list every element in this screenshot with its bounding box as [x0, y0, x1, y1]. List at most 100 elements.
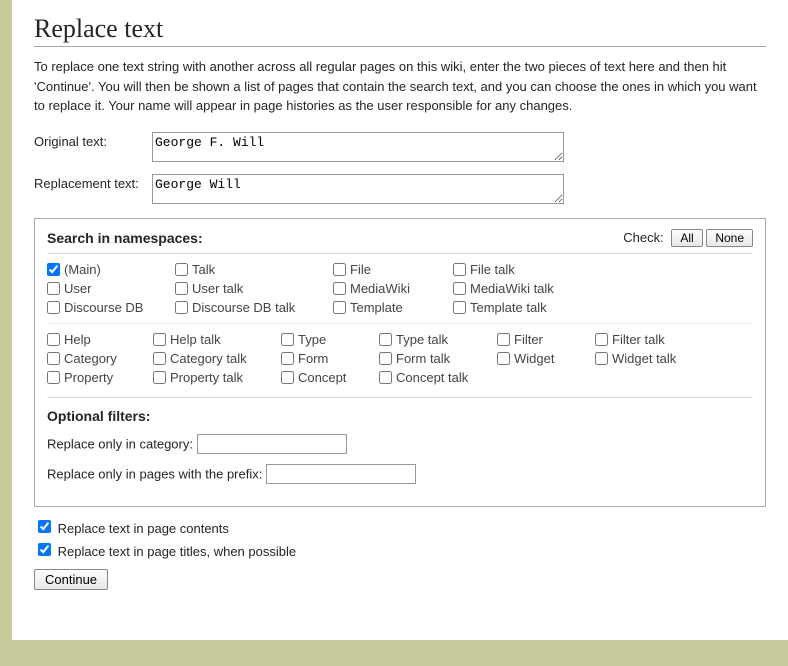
- namespace-item[interactable]: Category talk: [153, 351, 273, 366]
- namespace-checkbox[interactable]: [281, 352, 294, 365]
- namespace-checkbox[interactable]: [333, 282, 346, 295]
- namespace-label: (Main): [64, 262, 101, 277]
- namespace-label: User talk: [192, 281, 243, 296]
- namespace-checkbox[interactable]: [595, 333, 608, 346]
- namespace-checkbox[interactable]: [379, 333, 392, 346]
- optional-filters-heading: Optional filters:: [47, 397, 753, 424]
- namespace-label: Category: [64, 351, 117, 366]
- namespace-checkbox[interactable]: [47, 352, 60, 365]
- namespace-item[interactable]: Form talk: [379, 351, 489, 366]
- replace-titles-label: Replace text in page titles, when possib…: [58, 544, 296, 559]
- namespace-checkbox[interactable]: [453, 263, 466, 276]
- namespace-checkbox[interactable]: [175, 263, 188, 276]
- namespace-label: MediaWiki: [350, 281, 410, 296]
- namespaces-fieldset: Search in namespaces: Check: All None (M…: [34, 218, 766, 507]
- namespace-item[interactable]: File talk: [453, 262, 593, 277]
- namespace-checkbox[interactable]: [47, 301, 60, 314]
- namespace-label: MediaWiki talk: [470, 281, 554, 296]
- namespace-checkbox[interactable]: [379, 371, 392, 384]
- namespace-checkbox[interactable]: [47, 282, 60, 295]
- namespace-item[interactable]: User talk: [175, 281, 325, 296]
- namespace-item[interactable]: Concept: [281, 370, 371, 385]
- namespace-checkbox[interactable]: [47, 263, 60, 276]
- namespace-item[interactable]: Type: [281, 332, 371, 347]
- namespace-label: Property: [64, 370, 113, 385]
- namespace-checkbox[interactable]: [595, 352, 608, 365]
- namespace-item[interactable]: Widget talk: [595, 351, 705, 366]
- namespace-checkbox[interactable]: [333, 263, 346, 276]
- namespace-item[interactable]: Help: [47, 332, 145, 347]
- namespace-label: Help: [64, 332, 91, 347]
- namespace-label: File: [350, 262, 371, 277]
- namespace-checkbox[interactable]: [497, 352, 510, 365]
- namespace-label: Concept: [298, 370, 346, 385]
- namespace-item[interactable]: Template talk: [453, 300, 593, 315]
- namespace-item[interactable]: MediaWiki: [333, 281, 445, 296]
- namespace-checkbox[interactable]: [47, 333, 60, 346]
- namespace-checkbox[interactable]: [153, 352, 166, 365]
- namespace-item[interactable]: Talk: [175, 262, 325, 277]
- replace-titles-checkbox[interactable]: [38, 543, 51, 556]
- namespace-checkbox[interactable]: [333, 301, 346, 314]
- namespace-checkbox[interactable]: [453, 282, 466, 295]
- namespaces-heading: Search in namespaces:: [47, 230, 203, 246]
- namespace-label: Template talk: [470, 300, 547, 315]
- replace-contents-checkbox[interactable]: [38, 520, 51, 533]
- namespace-item[interactable]: (Main): [47, 262, 167, 277]
- namespace-item[interactable]: Filter: [497, 332, 587, 347]
- check-all-button[interactable]: All: [671, 229, 702, 247]
- namespace-item[interactable]: MediaWiki talk: [453, 281, 593, 296]
- replace-contents-label: Replace text in page contents: [58, 521, 229, 536]
- intro-text: To replace one text string with another …: [34, 57, 766, 116]
- replace-contents-option[interactable]: Replace text in page contents: [34, 517, 766, 536]
- replacement-text-input[interactable]: [152, 174, 564, 204]
- namespace-label: Property talk: [170, 370, 243, 385]
- namespace-item[interactable]: Help talk: [153, 332, 273, 347]
- namespace-label: File talk: [470, 262, 515, 277]
- namespace-label: Filter talk: [612, 332, 665, 347]
- namespace-checkbox[interactable]: [175, 301, 188, 314]
- only-category-label: Replace only in category:: [47, 436, 193, 451]
- namespace-checkbox[interactable]: [453, 301, 466, 314]
- namespace-checkbox[interactable]: [47, 371, 60, 384]
- namespace-item[interactable]: File: [333, 262, 445, 277]
- namespace-item[interactable]: Type talk: [379, 332, 489, 347]
- namespace-item[interactable]: Discourse DB talk: [175, 300, 325, 315]
- namespace-label: Category talk: [170, 351, 247, 366]
- page-title: Replace text: [34, 14, 766, 47]
- namespace-separator: [47, 323, 753, 324]
- namespace-label: Discourse DB talk: [192, 300, 295, 315]
- namespace-item[interactable]: User: [47, 281, 167, 296]
- namespace-checkbox[interactable]: [175, 282, 188, 295]
- namespace-label: Talk: [192, 262, 215, 277]
- namespace-checkbox[interactable]: [497, 333, 510, 346]
- continue-button[interactable]: Continue: [34, 569, 108, 590]
- only-prefix-input[interactable]: [266, 464, 416, 484]
- namespace-item[interactable]: Category: [47, 351, 145, 366]
- check-none-button[interactable]: None: [706, 229, 753, 247]
- original-text-input[interactable]: [152, 132, 564, 162]
- namespace-label: Discourse DB: [64, 300, 143, 315]
- namespace-checkbox[interactable]: [153, 371, 166, 384]
- namespace-checkbox[interactable]: [379, 352, 392, 365]
- namespace-item[interactable]: Concept talk: [379, 370, 489, 385]
- namespace-checkbox[interactable]: [281, 371, 294, 384]
- replace-titles-option[interactable]: Replace text in page titles, when possib…: [34, 540, 766, 559]
- namespace-checkbox[interactable]: [281, 333, 294, 346]
- namespace-item[interactable]: Widget: [497, 351, 587, 366]
- namespace-item[interactable]: Form: [281, 351, 371, 366]
- namespace-item[interactable]: Property: [47, 370, 145, 385]
- namespace-item[interactable]: Discourse DB: [47, 300, 167, 315]
- namespace-label: Concept talk: [396, 370, 468, 385]
- namespace-label: Type talk: [396, 332, 448, 347]
- namespace-label: Help talk: [170, 332, 221, 347]
- namespace-label: Widget: [514, 351, 554, 366]
- only-prefix-label: Replace only in pages with the prefix:: [47, 466, 262, 481]
- namespace-item[interactable]: Filter talk: [595, 332, 705, 347]
- replacement-text-label: Replacement text:: [34, 174, 152, 191]
- namespace-item[interactable]: Template: [333, 300, 445, 315]
- namespace-checkbox[interactable]: [153, 333, 166, 346]
- only-category-input[interactable]: [197, 434, 347, 454]
- namespace-item[interactable]: Property talk: [153, 370, 273, 385]
- namespace-label: Form talk: [396, 351, 450, 366]
